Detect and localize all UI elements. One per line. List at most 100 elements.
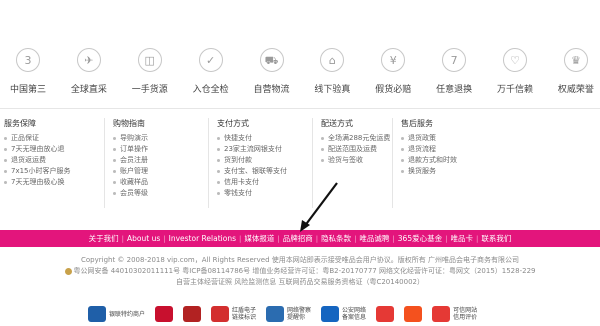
bullet-icon (113, 169, 116, 173)
guarantee-item[interactable]: ✈ 全球直采 (65, 48, 113, 98)
guarantee-item[interactable]: ¥ 假货必赔 (369, 48, 417, 98)
certificate-logo-icon (321, 306, 340, 322)
help-link-label: 7天无理由放心退 (11, 145, 65, 153)
top-whitespace (0, 0, 600, 40)
guarantee-icon: ✓ (198, 48, 223, 72)
help-link-label: 验货与签收 (328, 156, 363, 164)
help-column: 支付方式 快捷支付 23家主流网银支付 货到付款 支付宝、银联等支付 信用卡支付 零钱支付 (208, 118, 287, 208)
help-link-label: 7天无理由极心换 (11, 178, 65, 186)
guarantee-item[interactable]: 7 任意退换 (430, 48, 478, 98)
help-link[interactable]: 退款方式和时效 (401, 155, 457, 166)
footer-link[interactable]: 媒体报道 (241, 233, 277, 244)
guarantee-item[interactable]: 3 中国第三 (4, 48, 52, 98)
certificate-badge[interactable] (183, 305, 202, 323)
help-link[interactable]: 7天无理由放心退 (4, 144, 71, 155)
bullet-icon (401, 158, 404, 162)
guarantee-item[interactable]: ⛟ 自营物流 (248, 48, 296, 98)
guarantee-icon: ⌂ (320, 48, 345, 72)
help-link[interactable]: 零钱支付 (217, 188, 287, 199)
help-link[interactable]: 退货返运费 (4, 155, 71, 166)
bullet-icon (217, 158, 220, 162)
certificate-badge[interactable] (155, 305, 174, 323)
help-link-label: 零钱支付 (224, 189, 252, 197)
help-link[interactable]: 支付宝、银联等支付 (217, 166, 287, 177)
help-column: 配送方式 全场满288元免运费 配送范围及运费 验货与签收 (312, 118, 390, 208)
help-link[interactable]: 正品保证 (4, 133, 71, 144)
footer-link[interactable]: Investor Relations (166, 234, 239, 243)
guarantee-icon: ♛ (563, 48, 588, 72)
help-link[interactable]: 7x15小时客户服务 (4, 166, 71, 177)
certificate-badge[interactable] (376, 305, 395, 323)
certificate-logo-icon (155, 306, 174, 322)
copyright-line-2-text: 粤公网安备 44010302011111号 粤ICP备08114786号 增值业… (73, 267, 536, 275)
copyright-block: Copyright © 2008-2018 vip.com，All Rights… (0, 255, 600, 288)
bullet-icon (4, 136, 7, 140)
footer-link[interactable]: 关于我们 (86, 233, 122, 244)
help-link-label: 导购演示 (120, 134, 148, 142)
guarantee-item[interactable]: ✓ 入仓全检 (187, 48, 235, 98)
bullet-icon (401, 147, 404, 151)
help-columns: 服务保障正品保证 7天无理由放心退 退货返运费 7x15小时客户服务 7天无理由极心换 购… (0, 118, 600, 218)
bullet-icon (4, 158, 7, 162)
copyright-line-1: Copyright © 2008-2018 vip.com，All Rights… (81, 256, 519, 264)
help-column-title: 购物指南 (113, 119, 145, 128)
help-link[interactable]: 7天无理由极心换 (4, 177, 71, 188)
help-link[interactable]: 账户管理 (113, 166, 148, 177)
guarantee-item[interactable]: ♛ 权威荣誉 (552, 48, 600, 98)
help-link[interactable]: 退货政策 (401, 133, 457, 144)
bullet-icon (113, 147, 116, 151)
footer-link[interactable]: About us (124, 234, 163, 243)
police-badge-icon (64, 267, 72, 275)
footer-link[interactable]: 365爱心基金 (395, 233, 445, 244)
help-link[interactable]: 会员注册 (113, 155, 148, 166)
help-link[interactable]: 会员等级 (113, 188, 148, 199)
footer-link[interactable]: 唯品诚聘 (356, 233, 392, 244)
help-link[interactable]: 换货服务 (401, 166, 457, 177)
certificate-logo-icon (432, 306, 451, 322)
bullet-icon (113, 158, 116, 162)
guarantee-item[interactable]: ◫ 一手货源 (126, 48, 174, 98)
footer-link[interactable]: 联系我们 (478, 233, 514, 244)
bullet-icon (217, 169, 220, 173)
guarantee-icon: ✈ (76, 48, 101, 72)
guarantee-label: 自营物流 (253, 85, 290, 95)
certificate-badge[interactable]: 网络警察 提醒你 (266, 305, 311, 323)
help-link-label: 货到付款 (224, 156, 252, 164)
footer-link[interactable]: 隐私条款 (318, 233, 354, 244)
bullet-icon (113, 136, 116, 140)
certificate-label: 网络警察 提醒你 (287, 307, 312, 321)
help-link[interactable]: 收藏样品 (113, 177, 148, 188)
footer-link[interactable]: 品牌招商 (280, 233, 316, 244)
certificate-logo-icon (376, 306, 395, 322)
guarantee-item[interactable]: ♡ 万千信赖 (491, 48, 539, 98)
help-link[interactable]: 货到付款 (217, 155, 287, 166)
help-link[interactable]: 信用卡支付 (217, 177, 287, 188)
help-link[interactable]: 订单操作 (113, 144, 148, 155)
help-link[interactable]: 验货与签收 (321, 155, 390, 166)
help-link[interactable]: 全场满288元免运费 (321, 133, 390, 144)
help-link[interactable]: 导购演示 (113, 133, 148, 144)
bullet-icon (217, 147, 220, 151)
help-link[interactable]: 配送范围及运费 (321, 144, 390, 155)
certificate-badge[interactable]: 可信网站 信用评价 (432, 305, 477, 323)
guarantee-label: 一手货源 (131, 85, 168, 95)
certificate-label: 银联特约商户 (109, 310, 146, 318)
help-column-title: 服务保障 (4, 119, 36, 128)
guarantee-label: 任意退换 (436, 85, 473, 95)
help-link[interactable]: 23家主流网银支付 (217, 144, 287, 155)
footer-link[interactable]: 唯品卡 (447, 233, 476, 244)
help-link[interactable]: 快捷支付 (217, 133, 287, 144)
certificate-badge[interactable]: 公安网络 备案信息 (321, 305, 366, 323)
help-link[interactable]: 退货流程 (401, 144, 457, 155)
guarantee-item[interactable]: ⌂ 线下验真 (308, 48, 356, 98)
bullet-icon (113, 180, 116, 184)
certificate-badge[interactable]: 银联特约商户 (88, 305, 145, 323)
bullet-icon (321, 158, 324, 162)
certificate-logo-icon (211, 306, 230, 322)
certificate-badge[interactable]: 红盾电子 链接标识 (211, 305, 256, 323)
help-link-label: 退货返运费 (11, 156, 46, 164)
guarantee-row: 3 中国第三 ✈ 全球直采 ◫ 一手货源 ✓ 入仓全检 ⛟ 自营物流 ⌂ 线下验真 ¥ 假货必赔 7 任意退换… (0, 48, 600, 98)
divider (0, 108, 600, 109)
certificate-badge[interactable] (404, 305, 423, 323)
copyright-line-3[interactable]: 自营主体经营证照 风险监测信息 互联网药品交易服务资格证（粤C20140002） (0, 277, 600, 288)
